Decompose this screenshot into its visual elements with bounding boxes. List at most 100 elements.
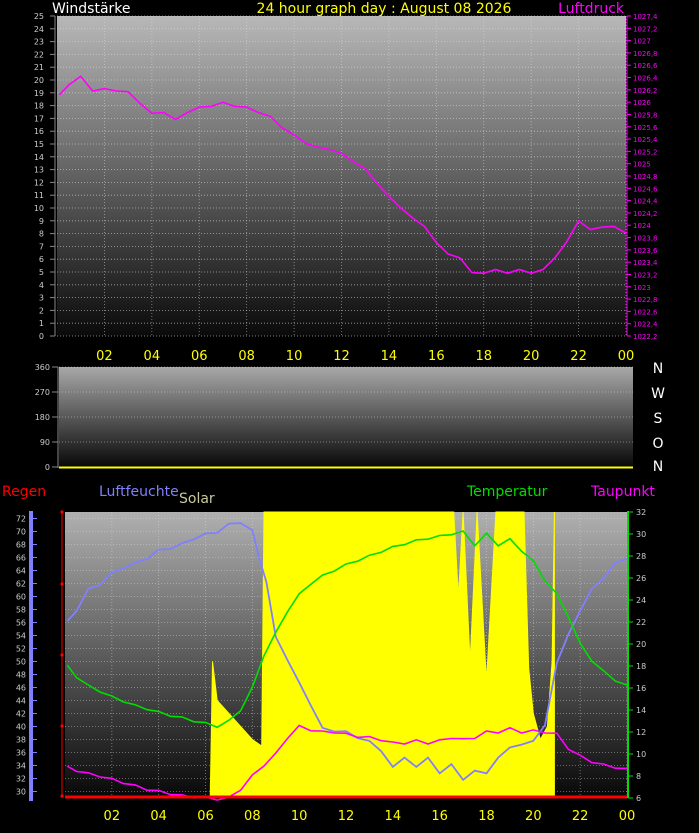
humidity-tick-label: 66 [16, 554, 26, 563]
pressure-tick-label: 1024,2 [633, 210, 658, 218]
humidity-axis-bar [29, 511, 33, 801]
humidity-tick-label: 36 [16, 749, 26, 758]
wind-tick-label: 16 [34, 127, 44, 136]
pressure-tick-label: 1023,2 [633, 271, 658, 279]
pressure-tick-label: 1025 [633, 161, 651, 169]
wind-tick-label: 0 [39, 332, 44, 341]
pressure-tick-label: 1027 [633, 38, 651, 46]
bottom-x-tick-label: 00 [619, 809, 636, 824]
humidity-tick-label: 50 [16, 658, 26, 667]
humidity-tick-label: 46 [16, 684, 26, 693]
wind-axis-ticks: 0123456789101112131415161718192021222324… [34, 12, 55, 341]
wind-tick-label: 1 [39, 319, 44, 328]
solar-label: Solar [179, 491, 215, 507]
bottom-x-tick-label: 10 [291, 809, 308, 824]
humidity-tick-label: 42 [16, 710, 26, 719]
pressure-tick-label: 1023,8 [633, 235, 658, 243]
wind-tick-label: 19 [34, 89, 44, 98]
wind-direction-axis-ticks: 0 90 180 270 360 [35, 363, 58, 472]
pressure-tick-label: 1022,4 [633, 321, 658, 329]
temperature-tick-label: 10 [636, 750, 646, 759]
pressure-tick-label: 1026,6 [633, 62, 658, 70]
humidity-tick-label: 56 [16, 619, 26, 628]
wind-tick-label: 14 [34, 153, 44, 162]
temperature-tick-label: 30 [636, 530, 646, 539]
pressure-tick-label: 1022,6 [633, 308, 658, 316]
humidity-tick-label: 52 [16, 645, 26, 654]
wind-direction-plot-area [59, 367, 633, 467]
pressure-tick-label: 1022,8 [633, 296, 658, 304]
temperature-tick-label: 14 [636, 706, 646, 715]
temperature-tick-label: 20 [636, 640, 646, 649]
wind-tick-label: 7 [39, 242, 44, 251]
humidity-axis-ticks: 30 32 34 36 38 40 42 44 46 48 50 52 54 56 58 60 62 64 66 68… [16, 510, 64, 798]
wind-tick-label: 12 [34, 178, 44, 187]
temperature-tick-label: 22 [636, 618, 646, 627]
x-tick-label: 00 [618, 349, 635, 364]
wind-tick-label: 8 [39, 230, 44, 239]
wind-direction-tick-label: 0 [45, 463, 50, 472]
humidity-tick-label: 30 [16, 788, 26, 797]
humidity-tick-label: 62 [16, 580, 26, 589]
bottom-x-tick-label: 16 [431, 809, 448, 824]
humidity-tick-label: 60 [16, 593, 26, 602]
x-tick-label: 22 [570, 349, 587, 364]
temperature-tick-label: 32 [636, 508, 646, 517]
humidity-tick-label: 64 [16, 567, 26, 576]
pressure-tick-label: 1026,8 [633, 50, 658, 58]
x-tick-label: 18 [475, 349, 492, 364]
wind-tick-label: 21 [34, 63, 44, 72]
humidity-tick-label: 44 [16, 697, 26, 706]
weather-charts: 0123456789101112131415161718192021222324… [2, 1, 665, 824]
pressure-tick-label: 1026,4 [633, 75, 658, 83]
temperature-tick-label: 28 [636, 552, 646, 561]
wind-tick-label: 9 [39, 217, 44, 226]
humidity-tick-label: 48 [16, 671, 26, 680]
pressure-tick-label: 1026,2 [633, 87, 658, 95]
compass-n-top: N [653, 361, 663, 377]
humidity-tick-label: 72 [16, 515, 26, 524]
wind-tick-label: 25 [34, 12, 44, 21]
pressure-tick-label: 1024 [633, 222, 651, 230]
humidity-tick-label: 68 [16, 541, 26, 550]
humidity-label: Luftfeuchte [99, 484, 179, 500]
pressure-tick-label: 1026 [633, 99, 651, 107]
wind-tick-label: 4 [39, 281, 44, 290]
x-tick-label: 14 [381, 349, 398, 364]
wind-axis-label: Windstärke [52, 1, 131, 17]
compass-s: S [654, 411, 663, 427]
temperature-axis-ticks: 6 8 10 12 14 16 18 20 22 24 26 28 30 32 [628, 508, 646, 803]
bottom-x-tick-label: 12 [338, 809, 355, 824]
bottom-x-tick-label: 04 [150, 809, 167, 824]
pressure-tick-label: 1025,8 [633, 111, 658, 119]
x-tick-label: 12 [333, 349, 350, 364]
wind-tick-label: 3 [39, 294, 44, 303]
x-tick-label: 16 [428, 349, 445, 364]
wind-tick-label: 10 [34, 204, 44, 213]
pressure-tick-label: 1027,2 [633, 25, 658, 33]
pressure-tick-label: 1027,4 [633, 13, 658, 21]
pressure-tick-label: 1024,8 [633, 173, 658, 181]
x-tick-label: 04 [144, 349, 161, 364]
wind-tick-label: 13 [34, 166, 44, 175]
temperature-tick-label: 12 [636, 728, 646, 737]
bottom-x-tick-label: 18 [478, 809, 495, 824]
bottom-x-tick-label: 20 [525, 809, 542, 824]
humidity-tick-label: 54 [16, 632, 26, 641]
pressure-tick-label: 1023,4 [633, 259, 658, 267]
pressure-tick-label: 1023,6 [633, 247, 658, 255]
wind-tick-label: 18 [34, 102, 44, 111]
pressure-x-ticks: 02 04 06 08 10 12 14 16 18 20 22 00 [96, 349, 634, 364]
rain-label: Regen [2, 484, 46, 500]
pressure-axis-label: Luftdruck [558, 1, 625, 17]
wind-tick-label: 20 [34, 76, 44, 85]
bottom-x-tick-label: 08 [244, 809, 261, 824]
wind-tick-label: 15 [34, 140, 44, 149]
humidity-tick-label: 34 [16, 762, 26, 771]
x-tick-label: 10 [286, 349, 303, 364]
wind-tick-label: 17 [34, 114, 44, 123]
humidity-tick-label: 40 [16, 723, 26, 732]
humidity-tick-label: 70 [16, 528, 26, 537]
pressure-tick-label: 1024,6 [633, 185, 658, 193]
compass-w: W [651, 386, 665, 402]
